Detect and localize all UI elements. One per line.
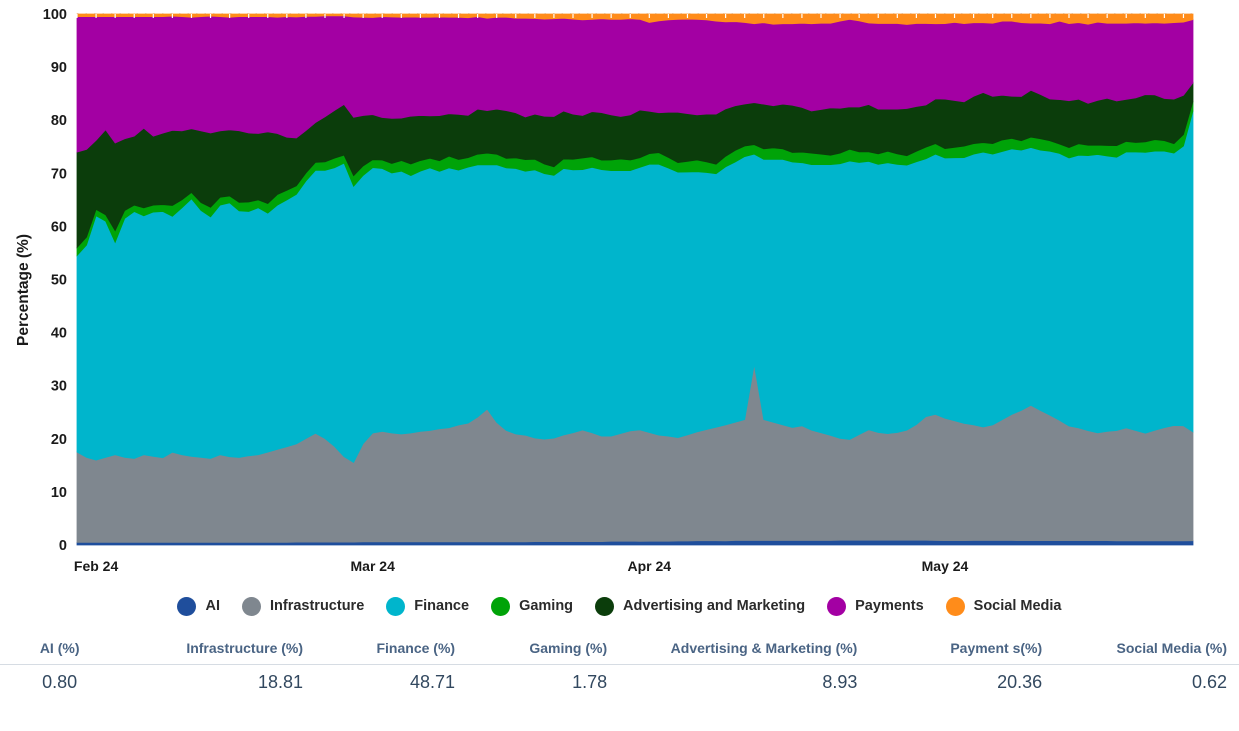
legend-item-label: Social Media — [973, 598, 1062, 614]
chart-page: Percentage (%) 0 10 20 30 40 50 60 70 80 90 100 Fe… — [0, 0, 1239, 731]
legend-item-label: Finance — [414, 598, 470, 614]
summary-table-cell: 8.93 — [822, 672, 858, 692]
summary-table-header: Infrastructure (%) — [119, 636, 316, 665]
summary-table: AI (%) Infrastructure (%) Finance (%) Gamin… — [0, 636, 1239, 697]
y-tick-label: 0 — [59, 538, 67, 554]
summary-table-header: AI (%) — [0, 636, 120, 665]
summary-table-header-row: AI (%) Infrastructure (%) Finance (%) Gamin… — [0, 636, 1239, 665]
x-tick-label: Mar 24 — [351, 558, 396, 574]
y-axis-title-group: Percentage (%) — [15, 234, 32, 346]
summary-table-cell: 48.71 — [410, 672, 456, 692]
legend-swatch-icon — [386, 596, 406, 616]
y-axis-ticks: 0 10 20 30 40 50 60 70 80 90 100 — [43, 7, 67, 554]
y-tick-label: 60 — [51, 219, 67, 235]
area-series-group — [76, 13, 1194, 546]
summary-table-cell: 1.78 — [572, 672, 608, 692]
chart-legend: AI Infrastructure Finance Gaming Advertising… — [0, 589, 1239, 623]
legend-swatch-icon — [945, 596, 965, 616]
summary-table-header: Payment s(%) — [869, 636, 1055, 665]
y-tick-label: 40 — [51, 326, 67, 342]
y-tick-label: 50 — [51, 273, 67, 289]
legend-swatch-icon — [491, 596, 511, 616]
chart-svg: Percentage (%) 0 10 20 30 40 50 60 70 80 90 100 Fe… — [15, 7, 1194, 574]
legend-item-label: Gaming — [519, 598, 574, 614]
x-tick-label: May 24 — [922, 558, 969, 574]
legend-swatch-icon — [241, 596, 261, 616]
stacked-area-chart: Percentage (%) 0 10 20 30 40 50 60 70 80 90 100 Fe… — [0, 0, 1239, 585]
y-tick-label: 100 — [43, 7, 67, 23]
summary-table-row: 0.80 18.81 48.71 1.78 8.93 20.36 0.62 — [0, 665, 1239, 698]
y-tick-label: 30 — [51, 379, 67, 395]
legend-item-label: Payments — [855, 598, 924, 614]
legend-item-finance[interactable]: Finance — [386, 596, 470, 616]
summary-table-header: Gaming (%) — [467, 636, 620, 665]
legend-item-ai[interactable]: AI — [177, 596, 220, 616]
legend-swatch-icon — [595, 596, 615, 616]
summary-table-header: Advertising & Marketing (%) — [619, 636, 870, 665]
y-tick-label: 20 — [51, 432, 67, 448]
legend-swatch-icon — [177, 596, 197, 616]
summary-table-header: Social Media (%) — [1054, 636, 1239, 665]
summary-table-cell: 0.62 — [1191, 672, 1227, 692]
legend-swatch-icon — [827, 596, 847, 616]
legend-item-label: AI — [205, 598, 220, 614]
legend-item-advertising-and-marketing[interactable]: Advertising and Marketing — [595, 596, 806, 616]
legend-item-label: Infrastructure — [269, 598, 365, 614]
y-axis-title: Percentage (%) — [15, 234, 32, 346]
x-tick-label: Feb 24 — [74, 558, 119, 574]
summary-table-cell: 20.36 — [997, 672, 1043, 692]
y-tick-label: 10 — [51, 485, 67, 501]
x-axis-ticks: Feb 24 Mar 24 Apr 24 May 24 — [74, 558, 969, 574]
summary-table-cell: 0.80 — [42, 672, 78, 692]
summary-table-cell: 18.81 — [257, 672, 304, 692]
legend-item-social-media[interactable]: Social Media — [945, 596, 1062, 616]
legend-item-gaming[interactable]: Gaming — [491, 596, 574, 616]
legend-item-payments[interactable]: Payments — [827, 596, 924, 616]
x-tick-label: Apr 24 — [628, 558, 672, 574]
summary-table-header: Finance (%) — [315, 636, 468, 665]
y-tick-label: 70 — [51, 166, 67, 182]
y-tick-label: 90 — [51, 60, 67, 76]
y-tick-label: 80 — [51, 113, 67, 129]
legend-item-infrastructure[interactable]: Infrastructure — [241, 596, 365, 616]
legend-item-label: Advertising and Marketing — [623, 598, 806, 614]
